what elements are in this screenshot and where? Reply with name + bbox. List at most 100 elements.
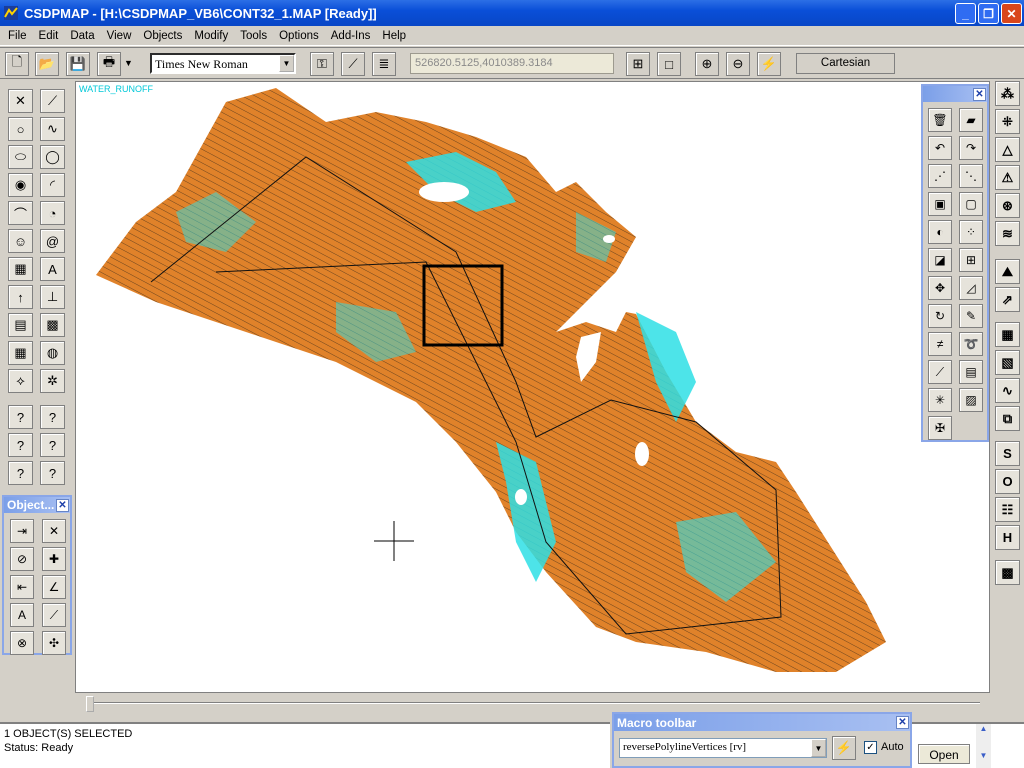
- extend-line-icon[interactable]: ⇤: [10, 575, 34, 599]
- 3d-view-icon[interactable]: ⧉: [995, 406, 1020, 431]
- close-icon[interactable]: ✕: [56, 498, 69, 512]
- trash-icon[interactable]: 🗑: [928, 108, 952, 132]
- close-icon[interactable]: ✕: [973, 87, 986, 101]
- circle-cut-icon[interactable]: ⊘: [10, 547, 34, 571]
- horizontal-scrollbar[interactable]: [80, 694, 985, 712]
- open-button[interactable]: Open: [918, 744, 970, 764]
- trim-icon[interactable]: ⊗: [10, 631, 34, 655]
- hatch-icon[interactable]: ▧: [995, 350, 1020, 375]
- rotate-icon[interactable]: ↻: [928, 304, 952, 328]
- open-folder-icon[interactable]: 📂: [35, 52, 59, 76]
- settings-tool-icon[interactable]: ✠: [928, 416, 952, 440]
- query-cross-icon[interactable]: ?: [40, 461, 65, 485]
- explode-icon[interactable]: ✳: [928, 388, 952, 412]
- mirror-icon[interactable]: ⟋: [42, 603, 66, 627]
- macro-toolbar-header[interactable]: Macro toolbar ✕: [614, 714, 910, 731]
- color-palette-icon[interactable]: ▩: [995, 560, 1020, 585]
- scroll-down-icon[interactable]: ▼: [976, 751, 991, 760]
- document-icon[interactable]: ▤: [959, 360, 983, 384]
- status-scrollbar[interactable]: ▲ ▼: [976, 724, 991, 768]
- elevation-points-icon[interactable]: ⁜: [995, 109, 1020, 134]
- gear-target-icon[interactable]: ✲: [40, 369, 65, 393]
- close-button[interactable]: ✕: [1001, 3, 1022, 24]
- node-edit-icon[interactable]: ✣: [42, 631, 66, 655]
- warning-icon[interactable]: ⚠: [995, 165, 1020, 190]
- print-dropdown-icon[interactable]: ▼: [124, 58, 133, 68]
- o-button[interactable]: O: [995, 469, 1020, 494]
- circle-tool-icon[interactable]: ◯: [40, 145, 65, 169]
- slope-icon[interactable]: ◿: [959, 276, 983, 300]
- menu-modify[interactable]: Modify: [188, 30, 234, 42]
- copy-nodes-icon[interactable]: ⋰: [928, 164, 952, 188]
- image-tool-icon[interactable]: ▦: [8, 257, 33, 281]
- move-icon[interactable]: ✥: [928, 276, 952, 300]
- ellipse-tool-icon[interactable]: ⬭: [8, 145, 33, 169]
- eraser-icon[interactable]: ▰: [959, 108, 983, 132]
- contour-icon[interactable]: ≋: [995, 221, 1020, 246]
- query-line-icon[interactable]: ?: [40, 405, 65, 429]
- new-file-icon[interactable]: 🗋: [5, 52, 29, 76]
- map-canvas[interactable]: WATER_RUNOFF: [75, 81, 990, 693]
- auto-checkbox[interactable]: ✓: [864, 741, 877, 754]
- select-point-icon[interactable]: ✕: [8, 89, 33, 113]
- menu-help[interactable]: Help: [376, 30, 412, 42]
- close-icon[interactable]: ✕: [896, 716, 909, 729]
- zoom-in-icon[interactable]: ⊕: [695, 52, 719, 76]
- fan-icon[interactable]: ⟡: [8, 369, 33, 393]
- north-arrow-icon[interactable]: ↑: [8, 285, 33, 309]
- object-palette-header[interactable]: Object... ✕: [4, 497, 70, 513]
- print-icon[interactable]: 🖶: [97, 52, 121, 76]
- undo-icon[interactable]: ↶: [928, 136, 952, 160]
- intersect-icon[interactable]: ✚: [42, 547, 66, 571]
- grid-squares-icon[interactable]: ⊞: [959, 248, 983, 272]
- redo-icon[interactable]: ↷: [959, 136, 983, 160]
- arc-line-icon[interactable]: ⌒: [8, 201, 33, 225]
- bring-front-icon[interactable]: ◪: [928, 248, 952, 272]
- minimize-button[interactable]: _: [955, 3, 976, 24]
- menu-tools[interactable]: Tools: [234, 30, 273, 42]
- menu-view[interactable]: View: [101, 30, 138, 42]
- chevron-down-icon[interactable]: ▼: [279, 55, 294, 72]
- arc-tool-icon[interactable]: ◜: [40, 173, 65, 197]
- circle-outline-icon[interactable]: ○: [8, 117, 33, 141]
- cross-line-icon[interactable]: ✕: [42, 519, 66, 543]
- network-icon[interactable]: ⁂: [995, 81, 1020, 106]
- run-macro-icon[interactable]: ⚡: [832, 736, 856, 760]
- grid-fill-icon[interactable]: ▩: [40, 313, 65, 337]
- chevron-down-icon[interactable]: ▼: [811, 739, 826, 757]
- ring-tool-icon[interactable]: ◉: [8, 173, 33, 197]
- dots-circle-icon[interactable]: ⊛: [995, 193, 1020, 218]
- tile-windows-icon[interactable]: ⊞: [626, 52, 650, 76]
- s-button[interactable]: S: [995, 441, 1020, 466]
- label-icon[interactable]: A: [10, 603, 34, 627]
- menu-file[interactable]: File: [2, 30, 33, 42]
- map-chart-icon[interactable]: ▦: [995, 322, 1020, 347]
- menu-data[interactable]: Data: [64, 30, 100, 42]
- sector-tool-icon[interactable]: ◔: [40, 201, 65, 225]
- mirror-shape-icon[interactable]: ◐: [928, 220, 952, 244]
- menu-objects[interactable]: Objects: [137, 30, 188, 42]
- curve-tool-icon[interactable]: ∿: [40, 117, 65, 141]
- profile-chart-icon[interactable]: ∿: [995, 378, 1020, 403]
- line-tool-icon[interactable]: ⟋: [40, 89, 65, 113]
- font-select[interactable]: Times New Roman ▼: [150, 53, 296, 74]
- menu-edit[interactable]: Edit: [33, 30, 65, 42]
- polyline-tool-icon[interactable]: ⟋: [341, 52, 365, 76]
- split-line-icon[interactable]: ⇥: [10, 519, 34, 543]
- scroll-up-icon[interactable]: ▲: [976, 724, 991, 733]
- profile-icon[interactable]: ⟋: [928, 360, 952, 384]
- dimension-tool-icon[interactable]: ⊥: [40, 285, 65, 309]
- modify-palette-header[interactable]: ✕: [923, 86, 987, 102]
- menu-add-ins[interactable]: Add-Ins: [325, 30, 377, 42]
- grid-box-icon[interactable]: ▤: [8, 313, 33, 337]
- scroll-thumb[interactable]: [86, 696, 94, 712]
- parallel-icon[interactable]: ≠: [928, 332, 952, 356]
- macro-select[interactable]: reversePolylineVertices [rv] ▼: [619, 738, 827, 758]
- globe-icon[interactable]: ◍: [40, 341, 65, 365]
- save-icon[interactable]: 💾: [66, 52, 90, 76]
- lasso-icon[interactable]: ➰: [959, 332, 983, 356]
- coord-system-button[interactable]: Cartesian: [796, 53, 895, 74]
- query-circle-icon[interactable]: ?: [8, 461, 33, 485]
- angle-icon[interactable]: ∠: [42, 575, 66, 599]
- layers-icon[interactable]: ≣: [372, 52, 396, 76]
